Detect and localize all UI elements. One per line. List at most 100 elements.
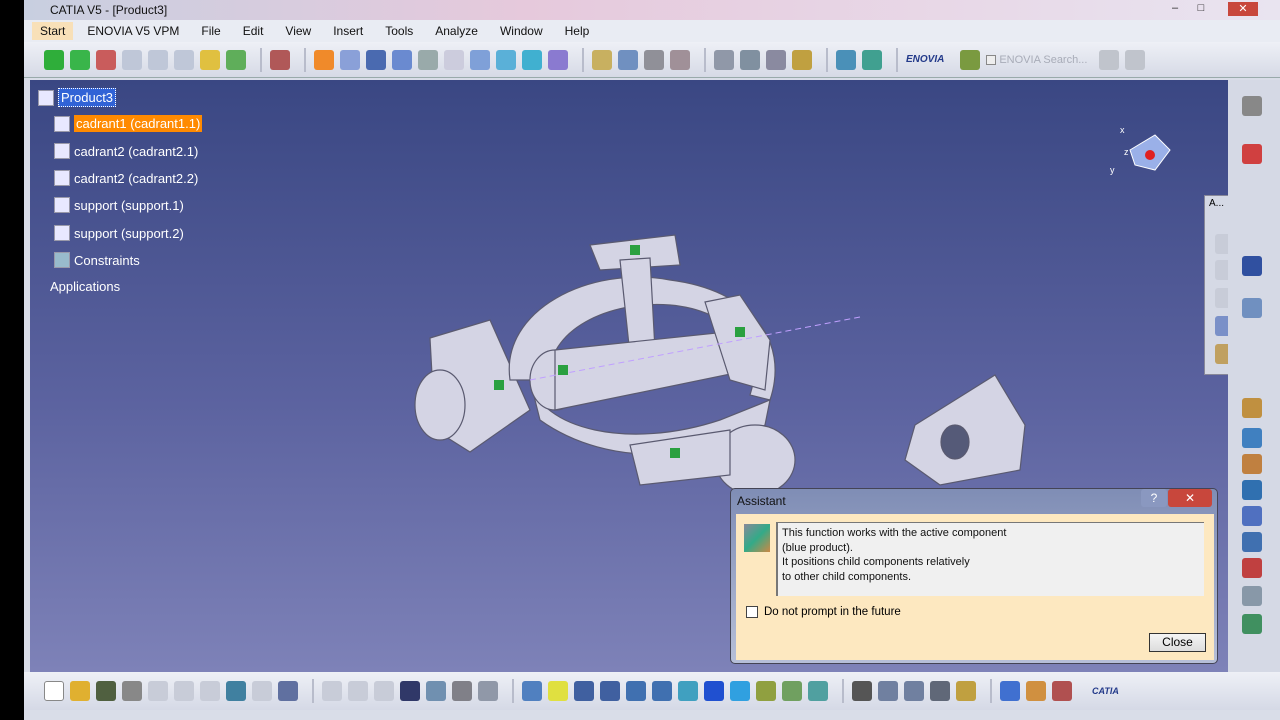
new-component-icon[interactable]	[592, 49, 612, 70]
copy-icon[interactable]	[174, 681, 194, 701]
formula-icon[interactable]	[322, 681, 342, 701]
rotate-icon[interactable]	[70, 49, 90, 70]
menu-start[interactable]: Start	[32, 22, 74, 40]
enovia-search-checkbox[interactable]	[986, 54, 997, 65]
smart-move-icon[interactable]	[174, 49, 194, 70]
generate-numbering-icon[interactable]	[766, 49, 786, 70]
enovia-tool-icon[interactable]	[1099, 49, 1120, 70]
save-icon[interactable]	[96, 681, 116, 701]
fix-together-icon[interactable]	[444, 49, 464, 70]
menu-enovia[interactable]: ENOVIA V5 VPM	[87, 24, 179, 38]
product-tool-icon[interactable]	[1242, 454, 1262, 474]
tree-root[interactable]: Product3	[38, 88, 117, 107]
law-icon[interactable]	[478, 681, 498, 701]
quick-constraint-icon[interactable]	[470, 49, 490, 70]
product-tool-icon[interactable]	[1242, 614, 1262, 634]
render-style-icon[interactable]	[756, 681, 776, 701]
clash-icon[interactable]	[226, 49, 246, 70]
tree-item-constraints[interactable]: Constraints	[54, 252, 140, 268]
manipulation-icon[interactable]	[44, 49, 64, 70]
menu-analyze[interactable]: Analyze	[435, 24, 478, 38]
menu-insert[interactable]: Insert	[333, 24, 363, 38]
menu-file[interactable]: File	[201, 24, 220, 38]
lock-icon[interactable]	[452, 681, 472, 701]
new-part-icon[interactable]	[644, 49, 664, 70]
fix-component-icon[interactable]	[418, 49, 438, 70]
hide-show-icon[interactable]	[782, 681, 802, 701]
tree-item-support-1[interactable]: support (support.1)	[54, 197, 184, 213]
measure-between-icon[interactable]	[904, 681, 924, 701]
catalog-browser-icon[interactable]	[1026, 681, 1046, 701]
menu-tools[interactable]: Tools	[385, 24, 413, 38]
cut-icon[interactable]	[148, 681, 168, 701]
gear-icon[interactable]	[1242, 96, 1262, 116]
paste-icon[interactable]	[200, 681, 220, 701]
tree-icon[interactable]	[426, 681, 446, 701]
tree-item-cadrant2-1[interactable]: cadrant2 (cadrant2.1)	[54, 143, 198, 159]
fly-mode-icon[interactable]	[522, 681, 542, 701]
product-tool-icon[interactable]	[1242, 586, 1262, 606]
do-not-prompt-checkbox[interactable]: Do not prompt in the future	[746, 606, 901, 618]
stop-manipulate-icon[interactable]	[148, 49, 168, 70]
existing-component-icon[interactable]	[670, 49, 690, 70]
snap-icon[interactable]	[96, 49, 116, 70]
scene-icon[interactable]	[878, 681, 898, 701]
new-product-icon[interactable]	[618, 49, 638, 70]
product-tool-icon[interactable]	[1242, 398, 1262, 418]
product-tool-icon[interactable]	[1242, 558, 1262, 578]
update-icon[interactable]	[522, 49, 542, 70]
swap-space-icon[interactable]	[808, 681, 828, 701]
flexible-icon[interactable]	[496, 49, 516, 70]
replace-component-icon[interactable]	[714, 49, 734, 70]
product-tool-icon[interactable]	[1242, 532, 1262, 552]
enovia-connect-icon[interactable]	[960, 49, 981, 70]
tree-item-support-2[interactable]: support (support.2)	[54, 225, 184, 241]
zoom-in-icon[interactable]	[626, 681, 646, 701]
multi-view-icon[interactable]	[704, 681, 724, 701]
publication-icon[interactable]	[836, 49, 856, 70]
compass[interactable]: x y z	[1110, 125, 1180, 185]
tree-item-cadrant2-2[interactable]: cadrant2 (cadrant2.2)	[54, 170, 198, 186]
new-file-icon[interactable]	[44, 681, 64, 701]
coincidence-constraint-icon[interactable]	[314, 49, 334, 70]
dialog-help-button[interactable]: ?	[1141, 489, 1167, 507]
dialog-close-button[interactable]: Close	[1149, 633, 1206, 652]
open-icon[interactable]	[70, 681, 90, 701]
reuse-pattern-icon[interactable]	[548, 49, 568, 70]
camera-icon[interactable]	[852, 681, 872, 701]
explode-icon[interactable]	[122, 49, 142, 70]
fit-all-icon[interactable]	[548, 681, 568, 701]
maximize-button[interactable]: □	[1190, 2, 1212, 16]
catalog-icon[interactable]	[270, 49, 290, 70]
offset-constraint-icon[interactable]	[366, 49, 386, 70]
select-trap-icon[interactable]	[1242, 298, 1262, 318]
menu-edit[interactable]: Edit	[243, 24, 264, 38]
menu-view[interactable]: View	[285, 24, 311, 38]
pan-icon[interactable]	[574, 681, 594, 701]
select-arrow-icon[interactable]	[1242, 256, 1262, 276]
whats-this-icon[interactable]	[278, 681, 298, 701]
analysis-icon[interactable]	[862, 49, 882, 70]
rotate-view-icon[interactable]	[600, 681, 620, 701]
dialog-close-x-button[interactable]: ✕	[1168, 489, 1212, 507]
comment-icon[interactable]	[348, 681, 368, 701]
redo-icon[interactable]	[252, 681, 272, 701]
enovia-save-icon[interactable]	[1125, 49, 1146, 70]
pcs-icon[interactable]	[1242, 144, 1262, 164]
normal-view-icon[interactable]	[678, 681, 698, 701]
menu-help[interactable]: Help	[565, 24, 590, 38]
enovia-search[interactable]: ENOVIA Search...	[999, 54, 1087, 66]
tree-item-applications[interactable]: Applications	[50, 279, 120, 294]
load-icon[interactable]	[792, 49, 812, 70]
design-table-icon[interactable]	[400, 681, 420, 701]
product-tool-icon[interactable]	[1242, 506, 1262, 526]
print-icon[interactable]	[122, 681, 142, 701]
angle-constraint-icon[interactable]	[392, 49, 412, 70]
menu-window[interactable]: Window	[500, 24, 543, 38]
product-tool-icon[interactable]	[1242, 428, 1262, 448]
knowledge-icon[interactable]	[374, 681, 394, 701]
apply-material-icon[interactable]	[1000, 681, 1020, 701]
photo-icon[interactable]	[1052, 681, 1072, 701]
zoom-out-icon[interactable]	[652, 681, 672, 701]
tree-item-cadrant1[interactable]: cadrant1 (cadrant1.1)	[54, 115, 203, 132]
